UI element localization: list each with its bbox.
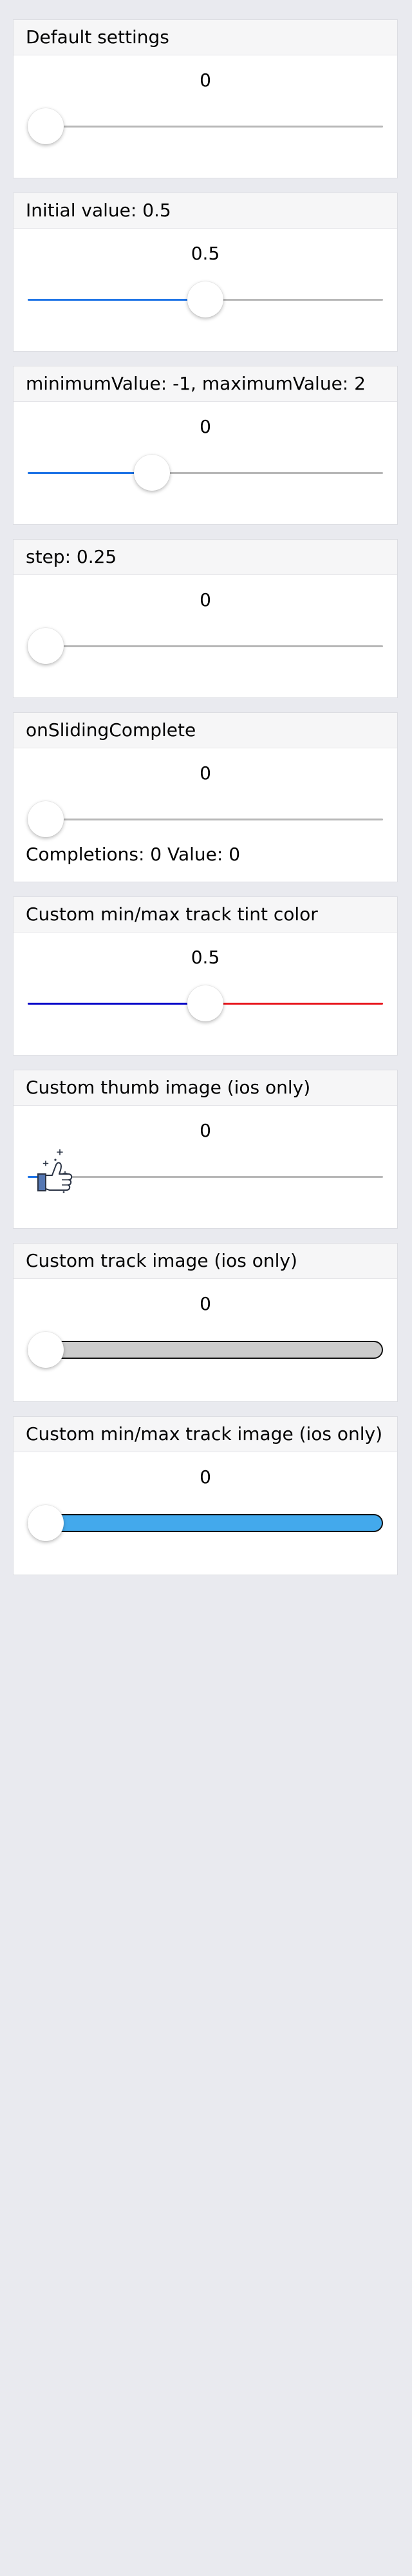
- card-title: Custom min/max track image (ios only): [14, 1417, 397, 1452]
- slider-thumb[interactable]: [187, 985, 223, 1021]
- card-title: Custom thumb image (ios only): [14, 1070, 397, 1106]
- max-track: [28, 126, 383, 128]
- slider-thumb[interactable]: [28, 1332, 64, 1368]
- slider-thumb[interactable]: [28, 1505, 64, 1541]
- slider-custom-track-image[interactable]: [28, 1331, 383, 1369]
- card-on-sliding-complete: onSlidingComplete 0 Completions: 0 Value…: [13, 712, 398, 882]
- card-title: Initial value: 0.5: [14, 193, 397, 229]
- slider-value-text: 0.5: [191, 243, 220, 264]
- card-title: Custom min/max track tint color: [14, 897, 397, 933]
- slider-value-text: 0: [200, 1293, 211, 1314]
- card-default-settings: Default settings 0: [13, 19, 398, 178]
- slider-value-text: 0: [200, 589, 211, 611]
- slider-thumb[interactable]: [28, 108, 64, 144]
- slider-custom-min-max-track-image[interactable]: [28, 1504, 383, 1542]
- max-track: [28, 645, 383, 647]
- card-step: step: 0.25 0: [13, 539, 398, 698]
- slider-thumb[interactable]: [187, 281, 223, 317]
- slider-thumb[interactable]: [134, 455, 171, 491]
- slider-on-sliding-complete[interactable]: [28, 800, 383, 838]
- card-title: Custom track image (ios only): [14, 1244, 397, 1279]
- card-custom-thumb-image: Custom thumb image (ios only) 0: [13, 1070, 398, 1229]
- card-custom-min-max-track-image: Custom min/max track image (ios only) 0: [13, 1416, 398, 1575]
- slider-thumb[interactable]: [28, 628, 64, 664]
- thumbs-up-icon[interactable]: [26, 1146, 84, 1204]
- card-custom-track-image: Custom track image (ios only) 0: [13, 1243, 398, 1402]
- slider-custom-tint[interactable]: [28, 984, 383, 1023]
- card-custom-track-tint: Custom min/max track tint color 0.5: [13, 896, 398, 1056]
- slider-custom-thumb[interactable]: [28, 1149, 383, 1196]
- completions-text: Completions: 0 Value: 0: [26, 844, 241, 865]
- slider-value-text: 0: [200, 70, 211, 91]
- card-min-max-value: minimumValue: -1, maximumValue: 2 0: [13, 366, 398, 525]
- slider-example-list: Default settings 0 Initial value: 0.5 0.…: [0, 0, 412, 1575]
- slider-value-text: 0: [200, 1466, 211, 1488]
- slider-value-text: 0: [200, 416, 211, 437]
- track-image: [28, 1341, 383, 1359]
- slider-min-max[interactable]: [28, 453, 383, 492]
- card-initial-value: Initial value: 0.5 0.5: [13, 193, 398, 352]
- slider-value-text: 0.5: [191, 947, 220, 968]
- slider-value-text: 0: [200, 762, 211, 784]
- slider-default[interactable]: [28, 107, 383, 146]
- min-track: [28, 1003, 205, 1005]
- slider-step[interactable]: [28, 627, 383, 665]
- max-track: [28, 819, 383, 820]
- min-track: [28, 299, 205, 301]
- track-image: [28, 1514, 383, 1532]
- card-title: step: 0.25: [14, 540, 397, 575]
- slider-value-text: 0: [200, 1120, 211, 1141]
- card-title: onSlidingComplete: [14, 713, 397, 748]
- slider-initial-value[interactable]: [28, 280, 383, 319]
- card-title: minimumValue: -1, maximumValue: 2: [14, 366, 397, 402]
- card-title: Default settings: [14, 20, 397, 55]
- slider-thumb[interactable]: [28, 801, 64, 837]
